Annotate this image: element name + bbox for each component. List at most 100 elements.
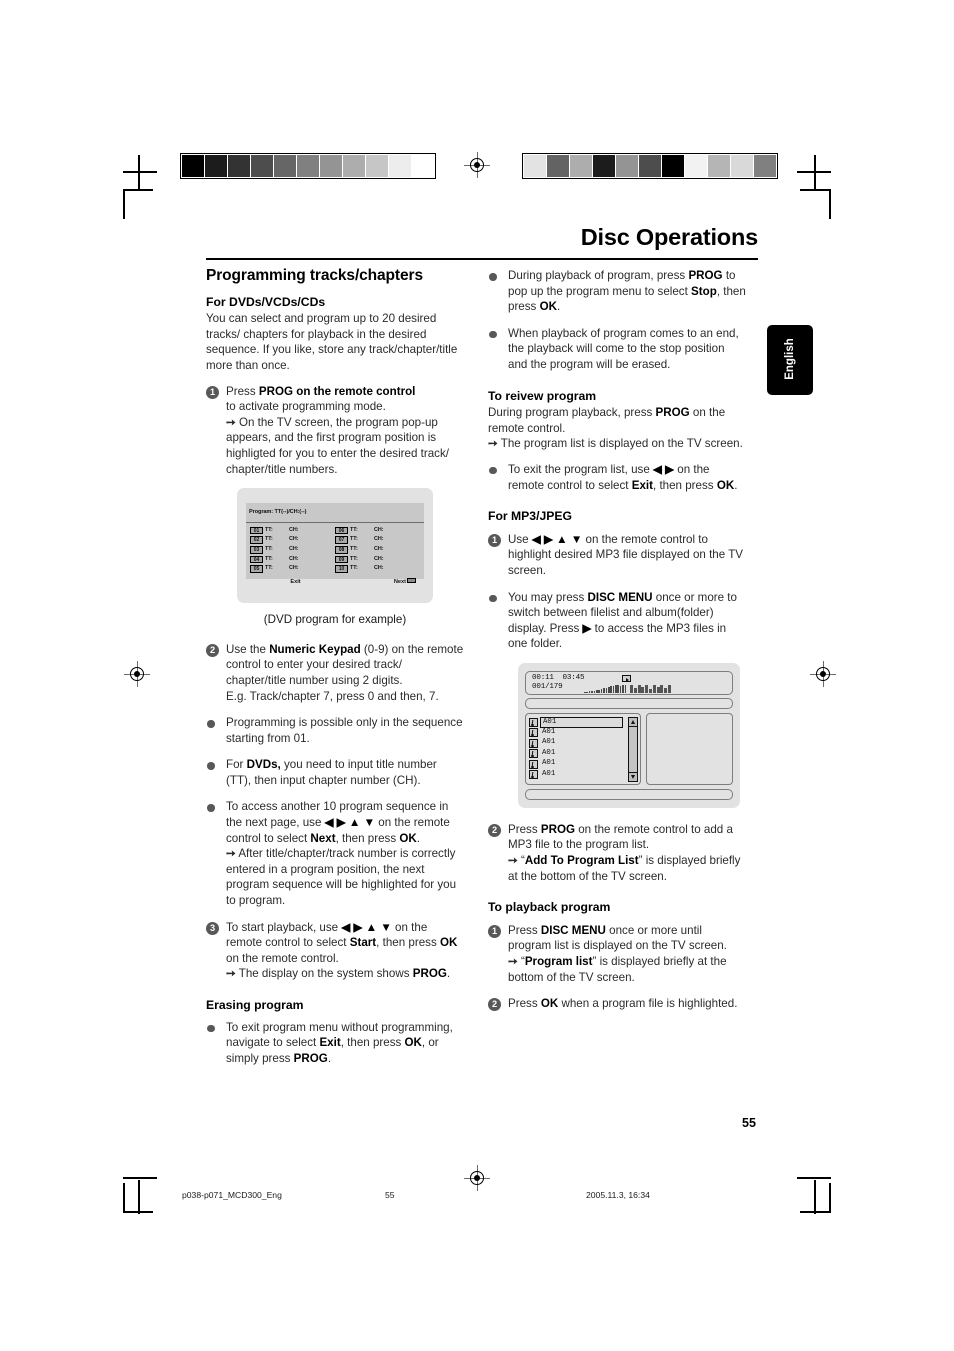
step-number: 2 (488, 998, 501, 1012)
bullet-next-page-text: To access another 10 program sequence in… (226, 799, 464, 846)
step-1-line-2: to activate programming mode. (226, 400, 386, 414)
right-column: During playback of program, press PROG t… (488, 268, 746, 1023)
music-file-icon (529, 759, 538, 769)
program-slot-index: 02 (250, 536, 263, 544)
dm-a: You may press (508, 590, 588, 604)
pb-s2-a: Press (508, 997, 541, 1011)
scrollbar[interactable] (628, 716, 638, 782)
numeric-keypad-key: Numeric Keypad (269, 642, 361, 656)
bullet-exit-list: To exit the program list, use ◀ ▶ on the… (488, 462, 746, 493)
bullet-erase-text: To exit program menu without programming… (226, 1020, 464, 1067)
bullet-dot-icon (489, 273, 497, 281)
prog-key: PROG (293, 1051, 328, 1065)
mp3-step-2-result: ➙ “Add To Program List” is displayed bri… (508, 853, 746, 884)
arrow-icon: ➙ (508, 955, 518, 969)
step-3-result: ➙ The display on the system shows PROG. (226, 966, 464, 982)
prog-key: PROG (655, 406, 690, 420)
bullet-next-d: , then press (335, 831, 400, 845)
program-slot-index: 08 (335, 545, 348, 554)
language-tab-label: English (784, 338, 796, 380)
step-2-example: E.g. Track/chapter 7, press 0 and then, … (226, 689, 439, 703)
exit-d: , then press (653, 478, 717, 492)
bullet-dvd-text: For DVDs, you need to input title number… (226, 757, 464, 788)
vu-meter-right (630, 684, 671, 693)
ok-key: OK (399, 831, 417, 845)
step-3-f: on the remote control. (226, 951, 339, 965)
dvds-term: DVDs, (246, 758, 281, 772)
music-file-icon (529, 738, 538, 748)
exit-button[interactable]: Exit (250, 575, 335, 591)
mp3-status-bar: 00:11 03:45 001/179 (525, 670, 733, 695)
step-3-d: , then press (376, 936, 440, 950)
next-key: Next (310, 831, 336, 845)
subheading-for-mp3-jpeg: For MP3/JPEG (488, 509, 572, 524)
program-list-message: Program list (524, 955, 593, 969)
step-number: 1 (488, 533, 501, 547)
navigation-arrows-icon: ◀ ▶ ▲ ▼ (324, 816, 376, 830)
next-button[interactable]: Next (335, 575, 420, 591)
disc-menu-key: DISC MENU (540, 923, 606, 937)
file-name: A01 (542, 769, 556, 778)
exit-a: To exit the program list, use (508, 462, 653, 476)
playback-step-1: 1 Press DISC MENU once or more until pro… (488, 923, 746, 985)
footer-filename: p038-p071_MCD300_Eng (182, 1190, 282, 1200)
ok-key: OK (539, 300, 557, 314)
intro-paragraph: You can select and program up to 20 desi… (206, 312, 458, 372)
bullet-playback-end: When playback of program comes to an end… (488, 326, 746, 373)
page-number: 55 (742, 1116, 756, 1130)
bullet-sequence-note: Programming is possible only in the sequ… (206, 715, 464, 746)
disc-menu-key: DISC MENU (587, 590, 653, 604)
step-number: 2 (206, 643, 219, 657)
program-slot-index: 10 (335, 565, 348, 573)
bullet-next-page: To access another 10 program sequence in… (206, 799, 464, 908)
figure-caption-dvd: (DVD program for example) (263, 613, 407, 627)
step-3-result-a: The display on the system shows (238, 967, 413, 981)
bullet-stop-text: During playback of program, press PROG t… (508, 268, 746, 315)
step-1: 1 Press PROG on the remote control to ac… (206, 384, 464, 478)
bullet-erase-program: To exit program menu without programming… (206, 1020, 464, 1067)
scroll-up-icon[interactable] (629, 717, 637, 727)
next-page-icon (407, 577, 416, 584)
review-body: During program playback, press PROG on t… (488, 405, 746, 436)
bullet-dvd-a: For (226, 758, 247, 772)
start-key: Start (349, 936, 377, 950)
figure-dvd-program-screen: Program: TT(--)/CH:(--) 01 TT: CH: 02 TT: CH… (237, 488, 433, 604)
vu-meter-left (584, 684, 627, 693)
exit-key: Exit (319, 1036, 341, 1050)
manual-page: Disc Operations English Programming trac… (0, 0, 954, 1351)
subheading-erasing-program: Erasing program (206, 998, 304, 1012)
arrow-icon: ➙ (226, 415, 236, 429)
left-right-arrows-icon: ◀ ▶ (652, 462, 675, 476)
step-1-text-c: on the remote control (293, 384, 416, 398)
mp3-step-2: 2 Press PROG on the remote control to ad… (488, 822, 746, 884)
bullet-dot-icon (489, 466, 497, 475)
mp3-step-1-text: Use ◀ ▶ ▲ ▼ on the remote control to hig… (508, 532, 746, 579)
elapsed-time: 00:11 (532, 673, 554, 682)
subheading-for-dvds: For DVDs/VCDs/CDs (206, 294, 326, 309)
playback-step-2: 2 Press OK when a program file is highli… (488, 996, 746, 1012)
scroll-down-icon[interactable] (629, 771, 637, 781)
prog-key: PROG (258, 384, 294, 398)
add-to-program-list-message: Add To Program List (524, 854, 639, 868)
bullet-dot-icon (207, 720, 215, 728)
bullet-dot-icon (207, 1024, 215, 1033)
table-row[interactable]: 10 TT: CH: (335, 564, 420, 574)
program-slot-index: 09 (335, 555, 348, 564)
list-item[interactable]: A01 (529, 769, 623, 780)
bullet-playback-end-text: When playback of program comes to an end… (508, 326, 739, 371)
table-row[interactable]: 05 TT: CH: (250, 564, 335, 574)
review-result: ➙ The program list is displayed on the T… (488, 436, 746, 452)
dvd-program-grid: 01 TT: CH: 02 TT: CH: 03 TT: CH: 04 TT: CH: 05 TT… (246, 523, 424, 573)
music-file-icon (529, 717, 538, 727)
play-icon (622, 675, 631, 683)
step-number: 1 (488, 924, 501, 938)
mp3-file-items: A01 A01 A01 A01 A01 A01 (529, 716, 623, 782)
step-number: 2 (488, 823, 501, 837)
program-slot-index: 05 (250, 565, 263, 573)
step-3-text: To start playback, use ◀ ▶ ▲ ▼ on the re… (226, 920, 464, 967)
mp3-file-list[interactable]: A01 A01 A01 A01 A01 A01 (525, 712, 641, 785)
step-1-line-1: Press PROG on the remote control (226, 384, 464, 400)
step-number: 1 (206, 385, 219, 399)
program-slot-index: 01 (250, 526, 263, 535)
bullet-dot-icon (207, 804, 215, 812)
